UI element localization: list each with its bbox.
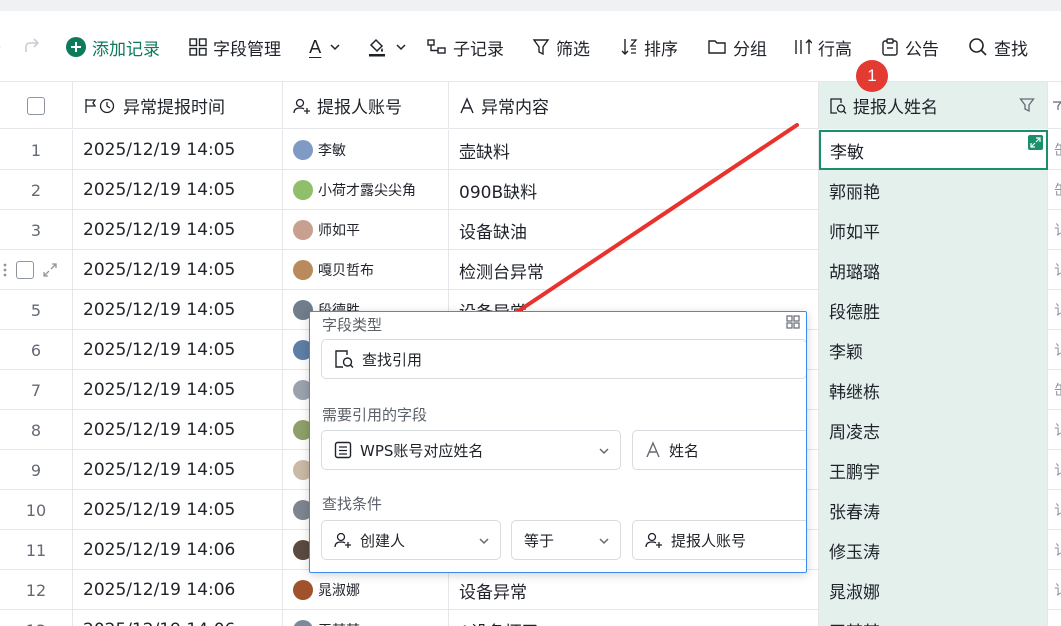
step-badge: 1: [856, 60, 888, 92]
condition-left-select[interactable]: 创建人: [321, 520, 501, 560]
ref-field-label: 需要引用的字段: [322, 406, 428, 424]
text-a-icon: [645, 441, 661, 459]
field-config-popup: 字段类型 查找引用 需要引用的字段 WPS账号对应姓名 姓名 查找条件 创建人: [309, 311, 807, 573]
condition-operator-value: 等于: [524, 531, 555, 550]
chevron-down-icon: [598, 443, 610, 461]
expand-grid-icon[interactable]: [786, 314, 800, 333]
condition-label: 查找条件: [322, 495, 383, 513]
lookup-icon: [334, 349, 354, 369]
chevron-down-icon: [598, 533, 610, 551]
ref-table-select[interactable]: WPS账号对应姓名: [321, 430, 621, 470]
chevron-down-icon: [478, 533, 490, 551]
ref-field-select[interactable]: 姓名: [632, 430, 806, 470]
person-plus-icon: [645, 531, 663, 549]
person-plus-icon: [334, 531, 352, 549]
table-icon: [334, 441, 352, 459]
field-type-value: 查找引用: [362, 350, 423, 369]
condition-operator-select[interactable]: 等于: [511, 520, 621, 560]
condition-right-select[interactable]: 提报人账号: [632, 520, 806, 560]
condition-left-value: 创建人: [360, 531, 406, 550]
field-type-label: 字段类型: [322, 316, 383, 334]
ref-field-value: 姓名: [669, 441, 700, 460]
ref-table-value: WPS账号对应姓名: [360, 441, 484, 460]
field-type-select[interactable]: 查找引用: [321, 339, 806, 379]
condition-right-value: 提报人账号: [671, 531, 747, 550]
